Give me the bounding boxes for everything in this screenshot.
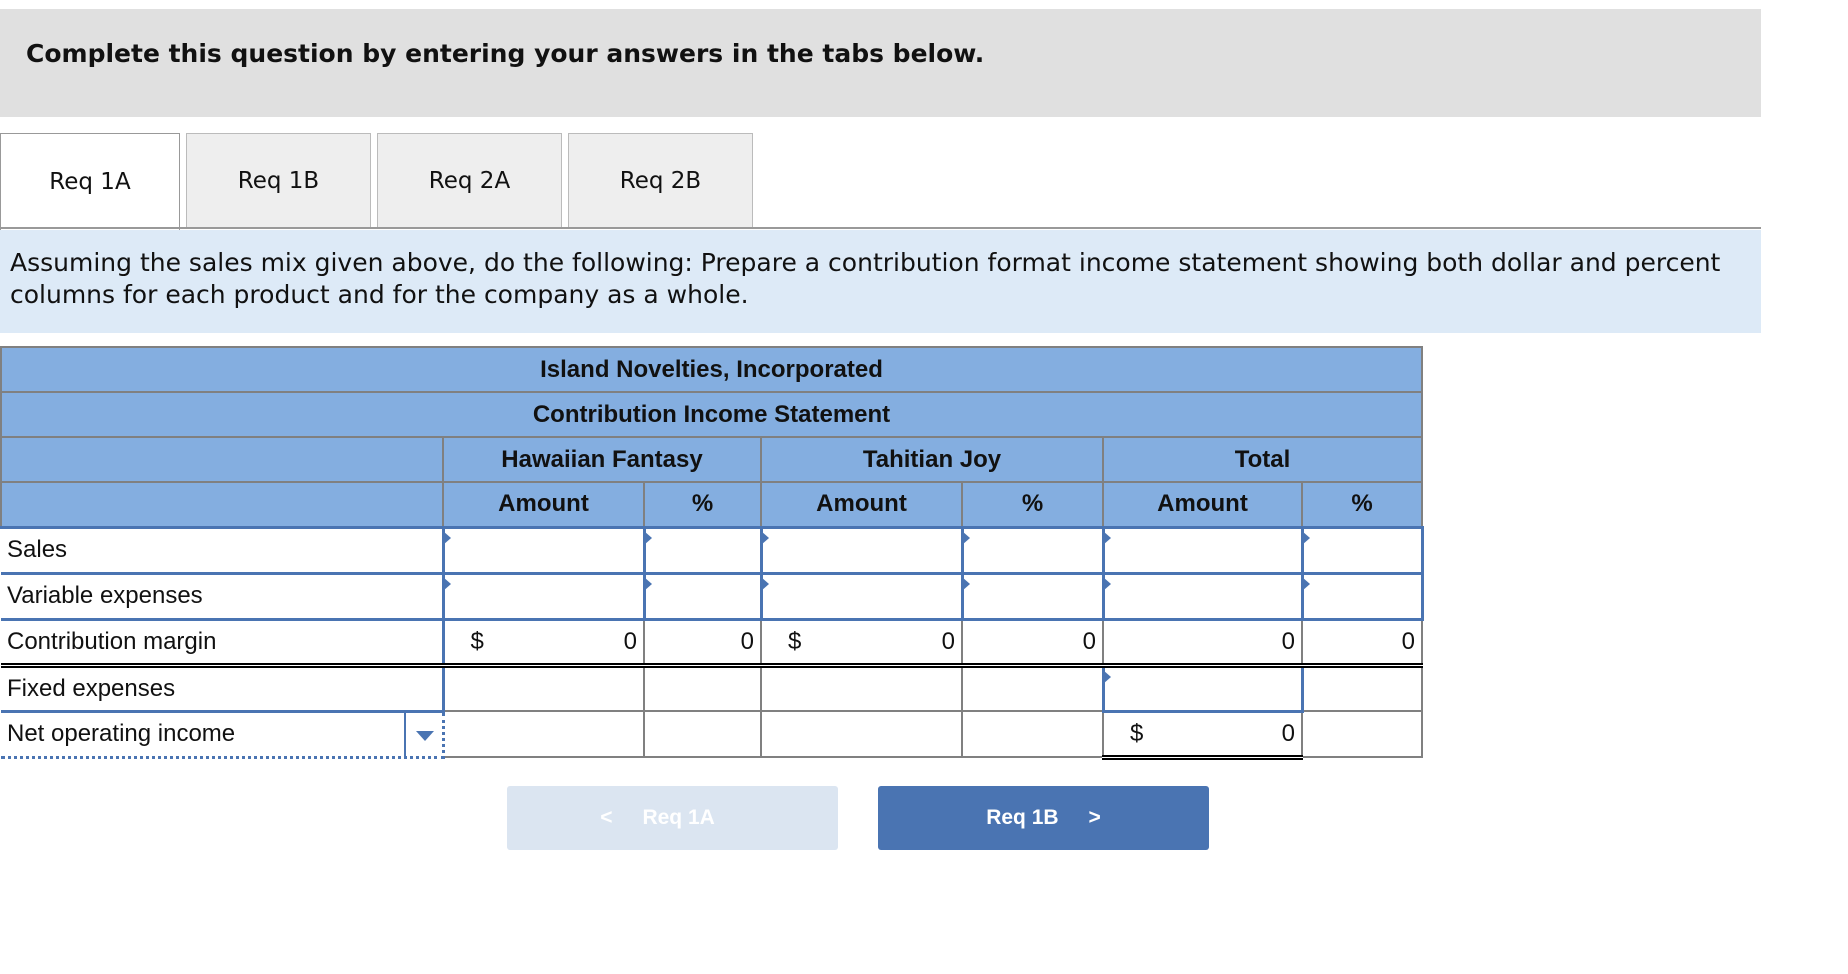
blank-header bbox=[0, 481, 444, 528]
tj-cm-pct: 0 bbox=[961, 617, 1104, 668]
col-amount: Amount bbox=[1102, 481, 1303, 528]
instruction-text: Complete this question by entering your … bbox=[26, 39, 985, 68]
tab-req-2b[interactable]: Req 2B bbox=[568, 133, 753, 228]
table-row: Net operating income $0 bbox=[1, 709, 1423, 760]
total-variable-pct-input[interactable] bbox=[1300, 571, 1424, 621]
tj-sales-amount-input[interactable] bbox=[759, 525, 964, 575]
question-prompt: Assuming the sales mix given above, do t… bbox=[0, 230, 1761, 333]
hf-sales-pct-input[interactable] bbox=[642, 525, 763, 575]
tj-variable-amount-input[interactable] bbox=[759, 571, 964, 621]
hf-variable-pct-input[interactable] bbox=[642, 571, 763, 621]
currency-sign: $ bbox=[470, 627, 484, 655]
col-pct: % bbox=[961, 481, 1104, 528]
hf-cm-amount: $0 bbox=[442, 617, 645, 668]
tab-divider bbox=[0, 227, 1761, 229]
tab-req-1a[interactable]: Req 1A bbox=[0, 133, 180, 230]
table-row: Fixed expenses bbox=[1, 663, 1423, 713]
tj-cm-amount: $0 bbox=[760, 617, 963, 668]
row-label-fixed[interactable]: Fixed expenses bbox=[1, 663, 445, 713]
row-label-sales[interactable]: Sales bbox=[1, 525, 445, 575]
total-variable-amount-input[interactable] bbox=[1101, 571, 1304, 621]
blank-header bbox=[0, 436, 444, 483]
table-row: Variable expenses bbox=[1, 571, 1424, 621]
total-sales-pct-input[interactable] bbox=[1300, 525, 1424, 575]
hf-variable-amount-input[interactable] bbox=[441, 571, 646, 621]
table-row: Contribution margin $0 0 $0 0 0 0 bbox=[1, 617, 1423, 668]
total-noi-amount: $0 bbox=[1102, 710, 1303, 760]
col-amount: Amount bbox=[442, 481, 645, 528]
col-pct: % bbox=[643, 481, 762, 528]
product-hawaiian-fantasy: Hawaiian Fantasy bbox=[442, 436, 762, 483]
product-tahitian-joy: Tahitian Joy bbox=[760, 436, 1104, 483]
chevron-right-icon: > bbox=[1088, 806, 1101, 829]
total-fixed-amount-input[interactable] bbox=[1101, 663, 1304, 713]
tj-variable-pct-input[interactable] bbox=[960, 571, 1105, 621]
row-label-variable[interactable]: Variable expenses bbox=[1, 571, 445, 621]
row-label-noi-dropdown[interactable]: Net operating income bbox=[1, 709, 445, 759]
hf-cm-pct: 0 bbox=[643, 617, 762, 668]
instruction-banner: Complete this question by entering your … bbox=[0, 9, 1761, 117]
total-cm-pct: 0 bbox=[1301, 617, 1423, 668]
statement-title: Contribution Income Statement bbox=[0, 391, 1423, 438]
col-pct: % bbox=[1301, 481, 1423, 528]
total-cm-amount: 0 bbox=[1102, 617, 1303, 668]
tj-sales-pct-input[interactable] bbox=[960, 525, 1105, 575]
company-name: Island Novelties, Incorporated bbox=[0, 346, 1423, 393]
currency-sign: $ bbox=[1130, 719, 1144, 747]
tab-req-2a[interactable]: Req 2A bbox=[377, 133, 562, 228]
col-amount: Amount bbox=[760, 481, 963, 528]
hf-sales-amount-input[interactable] bbox=[441, 525, 646, 575]
income-statement-table: Island Novelties, Incorporated Contribut… bbox=[0, 346, 1424, 760]
tab-req-1b[interactable]: Req 1B bbox=[186, 133, 371, 228]
table-row: Sales bbox=[1, 525, 1424, 575]
row-label-cm[interactable]: Contribution margin bbox=[1, 617, 445, 668]
prev-button[interactable]: < Req 1A bbox=[507, 786, 838, 850]
chevron-left-icon: < bbox=[600, 806, 613, 829]
product-total: Total bbox=[1102, 436, 1423, 483]
next-button[interactable]: Req 1B > bbox=[878, 786, 1209, 850]
chevron-down-icon[interactable] bbox=[415, 730, 434, 741]
total-sales-amount-input[interactable] bbox=[1101, 525, 1304, 575]
currency-sign: $ bbox=[788, 627, 802, 655]
